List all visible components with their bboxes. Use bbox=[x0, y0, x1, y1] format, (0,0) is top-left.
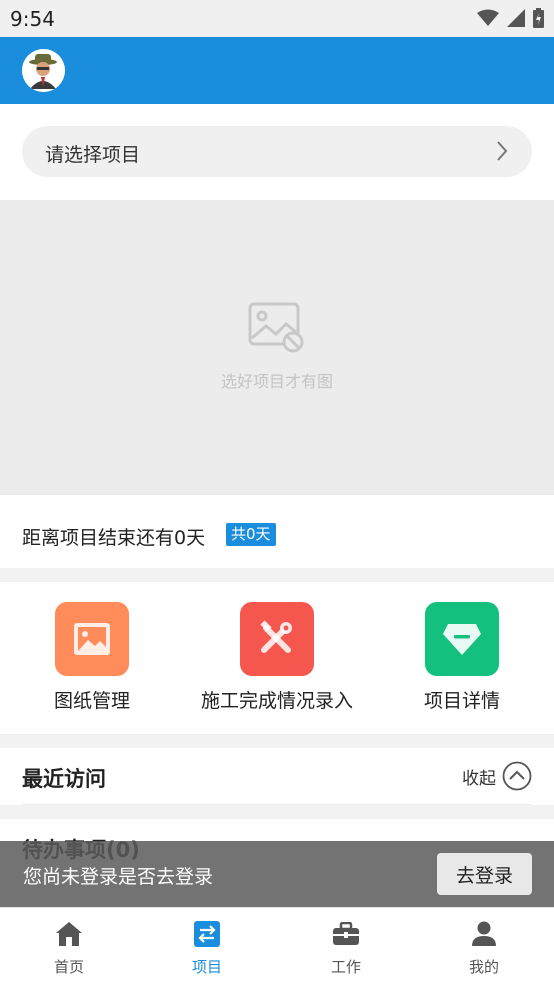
battery-icon bbox=[533, 8, 544, 28]
avatar[interactable] bbox=[22, 49, 65, 92]
drawing-management-label: 图纸管理 bbox=[53, 690, 130, 712]
go-login-button[interactable]: 去登录 bbox=[437, 853, 532, 895]
recent-visits-section: 最近访问 收起 bbox=[0, 748, 554, 805]
signal-icon bbox=[507, 9, 525, 27]
bottom-nav: 首页 项目 工作 我的 bbox=[0, 907, 554, 984]
drawing-management-button[interactable]: 图纸管理 bbox=[0, 602, 184, 713]
collapse-label: 收起 bbox=[462, 768, 496, 789]
recent-visits-title: 最近访问 bbox=[22, 767, 106, 791]
project-selector[interactable]: 请选择项目 bbox=[22, 126, 532, 177]
project-selector-label: 请选择项目 bbox=[45, 144, 141, 166]
app-bar bbox=[0, 37, 554, 104]
nav-item-project[interactable]: 项目 bbox=[167, 920, 247, 977]
project-image-area: 选好项目才有图 bbox=[0, 200, 554, 495]
briefcase-icon bbox=[306, 920, 386, 948]
nav-label-mine: 我的 bbox=[468, 958, 499, 976]
total-days-badge: 共0天 bbox=[226, 523, 276, 546]
nav-item-home[interactable]: 首页 bbox=[29, 920, 109, 977]
swap-icon bbox=[167, 920, 247, 948]
user-icon bbox=[444, 920, 524, 948]
project-details-label: 项目详情 bbox=[423, 690, 500, 712]
countdown-section: 距离项目结束还有0天 共0天 bbox=[0, 495, 554, 568]
status-time: 9:54 bbox=[10, 7, 55, 31]
no-image-icon bbox=[248, 302, 304, 353]
project-details-button[interactable]: 项目详情 bbox=[370, 602, 554, 713]
no-image-text: 选好项目才有图 bbox=[220, 372, 333, 391]
project-selector-section: 请选择项目 bbox=[0, 104, 554, 200]
avatar-image-icon bbox=[22, 49, 65, 92]
divider bbox=[22, 804, 532, 805]
picture-icon bbox=[55, 602, 129, 676]
construction-entry-button[interactable]: 施工完成情况录入 bbox=[185, 602, 369, 713]
nav-label-project: 项目 bbox=[191, 958, 222, 976]
collapse-button[interactable]: 收起 bbox=[462, 761, 532, 791]
quick-actions: 图纸管理 施工完成情况录入 项目详情 bbox=[0, 582, 554, 734]
status-bar: 9:54 bbox=[0, 0, 554, 37]
nav-label-work: 工作 bbox=[330, 958, 361, 976]
nav-label-home: 首页 bbox=[53, 958, 84, 976]
login-prompt-text: 您尚未登录是否去登录 bbox=[23, 866, 214, 888]
chevron-right-icon bbox=[497, 141, 508, 161]
wifi-icon bbox=[477, 9, 499, 26]
diamond-icon bbox=[425, 602, 499, 676]
countdown-text: 距离项目结束还有0天 bbox=[22, 527, 206, 549]
tools-icon bbox=[240, 602, 314, 676]
chevron-up-circle-icon bbox=[502, 761, 532, 791]
nav-item-mine[interactable]: 我的 bbox=[444, 920, 524, 977]
status-icons bbox=[477, 8, 544, 28]
home-icon bbox=[29, 920, 109, 948]
construction-entry-label: 施工完成情况录入 bbox=[200, 690, 353, 712]
login-banner: 您尚未登录是否去登录 去登录 bbox=[0, 841, 554, 907]
nav-item-work[interactable]: 工作 bbox=[306, 920, 386, 977]
